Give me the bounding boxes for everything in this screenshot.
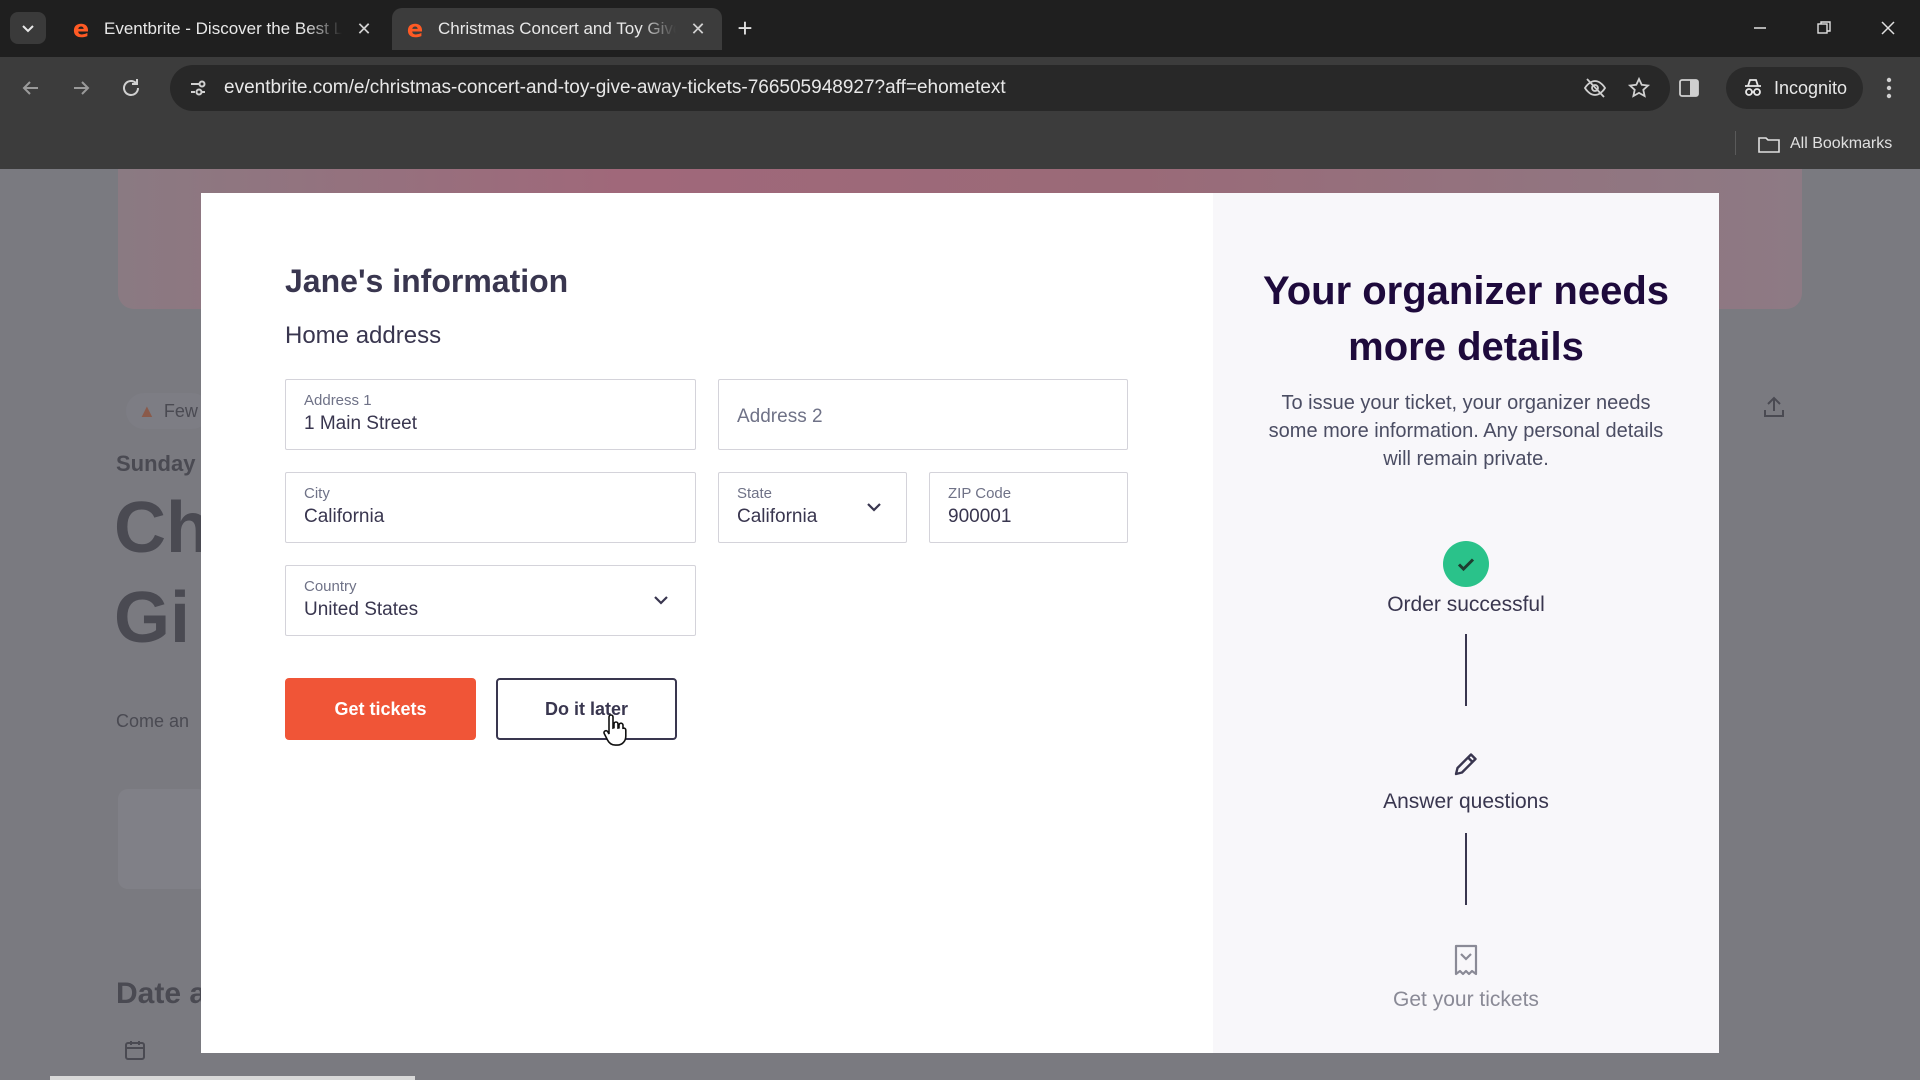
tab-title: Eventbrite - Discover the Best L — [104, 19, 342, 38]
side-panel-title: Your organizer needs more details — [1262, 269, 1669, 369]
restore-icon[interactable] — [1804, 12, 1844, 44]
incognito-label: Incognito — [1774, 77, 1848, 98]
forward-arrow-icon[interactable] — [64, 71, 98, 105]
incognito-badge[interactable]: Incognito — [1726, 67, 1864, 109]
tab-eventbrite-home[interactable]: e Eventbrite - Discover the Best L ✕ — [58, 8, 388, 50]
tab-search-button[interactable] — [10, 12, 46, 44]
country-value[interactable]: United States — [304, 599, 677, 621]
address2-placeholder[interactable]: Address 2 — [737, 406, 1109, 428]
step-get-your-tickets: Get your tickets — [1393, 988, 1539, 1011]
bookmarks-divider — [1735, 131, 1736, 155]
bookmarks-bar: All Bookmarks — [0, 119, 1920, 169]
attendee-form-panel: Jane's information Home address Address … — [201, 193, 1213, 1053]
checkout-questions-modal: Jane's information Home address Address … — [201, 193, 1719, 1053]
event-description-preview: Come an — [116, 711, 190, 731]
hand-pointer-cursor-icon — [603, 714, 627, 746]
all-bookmarks-button[interactable]: All Bookmarks — [1758, 129, 1892, 159]
folder-icon — [1758, 135, 1780, 153]
share-icon — [1762, 395, 1786, 424]
incognito-icon — [1742, 77, 1764, 99]
country-select[interactable]: Country United States — [285, 565, 696, 636]
zip-code-value[interactable]: 900001 — [948, 506, 1109, 528]
form-subheading: Home address — [285, 322, 442, 349]
state-select[interactable]: State California — [718, 472, 907, 543]
chevron-down-icon — [22, 25, 34, 33]
tab-title: Christmas Concert and Toy Give — [438, 19, 676, 38]
url-text[interactable]: eventbrite.com/e/christmas-concert-and-t… — [224, 77, 1566, 99]
new-tab-plus-icon[interactable]: + — [730, 13, 760, 43]
all-bookmarks-label: All Bookmarks — [1790, 135, 1893, 152]
country-label: Country — [304, 578, 357, 595]
window-close-icon[interactable] — [1868, 12, 1908, 44]
close-icon[interactable]: ✕ — [686, 17, 710, 41]
step-answer-questions: Answer questions — [1383, 790, 1549, 813]
get-tickets-button[interactable]: Get tickets — [285, 678, 476, 740]
pencil-icon — [1443, 741, 1489, 787]
fire-icon: ▲ — [138, 400, 156, 421]
do-it-later-button[interactable]: Do it later — [496, 678, 677, 740]
side-panel-description: To issue your ticket, your organizer nee… — [1268, 392, 1664, 470]
event-date-preview: Sunday — [116, 451, 196, 476]
form-heading: Jane's information — [285, 263, 569, 299]
eye-slash-icon[interactable] — [1580, 73, 1610, 103]
calendar-icon — [124, 1039, 146, 1066]
address-bar[interactable]: eventbrite.com/e/christmas-concert-and-t… — [170, 65, 1670, 111]
event-organizer-card — [118, 789, 208, 889]
minimize-icon[interactable] — [1740, 12, 1780, 44]
address1-label: Address 1 — [304, 392, 372, 409]
address2-field[interactable]: Address 2 — [718, 379, 1128, 450]
city-value[interactable]: California — [304, 506, 677, 528]
back-arrow-icon[interactable] — [14, 71, 48, 105]
city-label: City — [304, 485, 330, 502]
more-vertical-icon[interactable] — [1872, 71, 1906, 105]
zip-code-field[interactable]: ZIP Code 900001 — [929, 472, 1128, 543]
city-field[interactable]: City California — [285, 472, 696, 543]
address1-value[interactable]: 1 Main Street — [304, 413, 677, 435]
organizer-details-panel: Your organizer needs more details To iss… — [1213, 193, 1719, 1053]
few-tickets-text: Few — [163, 400, 198, 421]
address1-field[interactable]: Address 1 1 Main Street — [285, 379, 696, 450]
tab-christmas-concert[interactable]: e Christmas Concert and Toy Give ✕ — [392, 8, 722, 50]
event-title-line1: Ch — [114, 488, 210, 568]
few-tickets-badge: ▲ Few — [126, 393, 210, 429]
star-icon[interactable] — [1624, 73, 1654, 103]
check-circle-icon — [1443, 541, 1489, 587]
reload-icon[interactable] — [114, 71, 148, 105]
zip-code-label: ZIP Code — [948, 485, 1012, 502]
chevron-down-icon[interactable] — [866, 499, 882, 515]
close-icon[interactable]: ✕ — [352, 17, 376, 41]
step-order-successful: Order successful — [1387, 593, 1545, 616]
date-section-heading: Date a — [116, 977, 207, 1010]
eventbrite-favicon-icon: e — [406, 15, 424, 43]
ticket-icon — [1443, 937, 1489, 983]
scroll-progress-bar — [50, 1076, 415, 1080]
step-connector — [1465, 634, 1467, 706]
chevron-down-icon[interactable] — [653, 592, 669, 608]
browser-toolbar: eventbrite.com/e/christmas-concert-and-t… — [0, 57, 1920, 119]
eventbrite-favicon-icon: e — [72, 15, 90, 43]
site-settings-icon[interactable] — [186, 76, 210, 100]
step-connector — [1465, 833, 1467, 905]
event-title-line2: Gi — [114, 578, 191, 658]
browser-tab-bar: e Eventbrite - Discover the Best L ✕ e C… — [0, 0, 1920, 57]
side-panel-icon[interactable] — [1672, 71, 1706, 105]
